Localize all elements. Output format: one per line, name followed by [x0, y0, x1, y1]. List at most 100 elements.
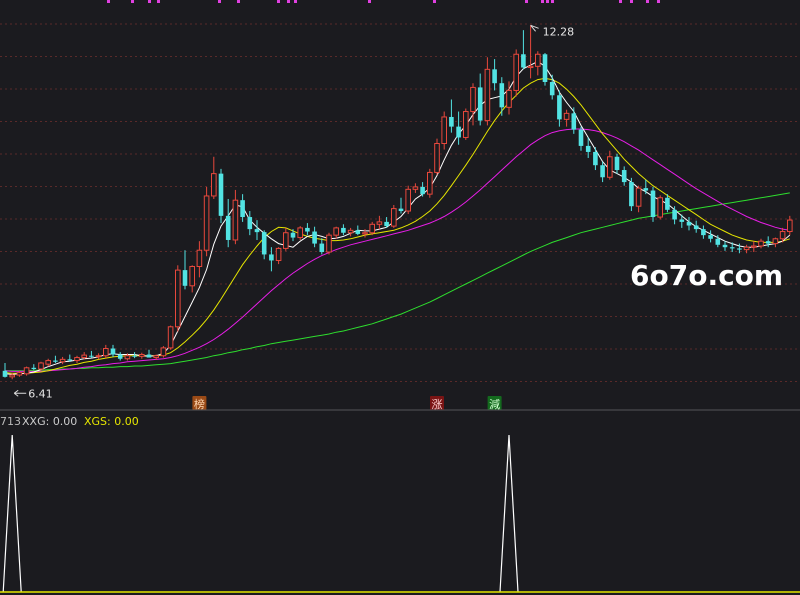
candle — [319, 238, 325, 255]
candle — [269, 247, 274, 272]
candle-body-up — [333, 227, 339, 236]
indicator-name: 713 — [0, 415, 21, 428]
toolbar-dot — [525, 0, 528, 3]
stock-chart: 12.28 6.41 榜 涨 減 6o7o.com 713 XXG: 0.00 XG… — [0, 0, 800, 593]
candle-body-down — [585, 145, 591, 152]
candle-body-up — [743, 246, 750, 251]
candle-body-down — [614, 156, 620, 171]
candle-body-down — [629, 182, 634, 207]
candle-body-down — [593, 151, 598, 166]
candle — [175, 265, 181, 332]
candle — [305, 223, 310, 236]
candle-body-down — [305, 227, 310, 232]
candle — [614, 153, 620, 174]
candle — [441, 111, 447, 150]
high-arrow-icon — [530, 24, 539, 32]
candle-body-down — [477, 87, 483, 121]
candle-body-down — [89, 355, 94, 357]
toolbar-dot — [546, 0, 549, 3]
candle — [449, 99, 454, 133]
candle — [527, 25, 534, 79]
candle — [326, 232, 332, 255]
candle — [218, 168, 224, 224]
candle — [513, 49, 520, 97]
candle-body-down — [456, 126, 461, 138]
candle — [542, 53, 548, 86]
candle-body-down — [665, 197, 670, 210]
toolbar-dot — [277, 0, 280, 3]
candle — [297, 226, 303, 240]
candle — [38, 361, 44, 371]
candle-body-up — [441, 116, 447, 144]
candle-body-up — [506, 89, 512, 108]
candle — [621, 166, 627, 186]
candle — [23, 366, 30, 376]
xgs-name: XGS — [84, 415, 107, 428]
candle-body-up — [160, 347, 167, 357]
candle-body-up — [362, 232, 368, 235]
candle — [427, 168, 433, 198]
candle — [376, 215, 383, 230]
candle — [254, 220, 260, 240]
candle-body-up — [527, 65, 534, 69]
candle-body-down — [650, 190, 656, 218]
candle — [240, 194, 245, 222]
candle-body-up — [463, 111, 469, 138]
candle — [189, 265, 195, 293]
candle-body-down — [729, 247, 735, 249]
candle-body-down — [132, 355, 137, 357]
candle-body-down — [643, 188, 649, 191]
candle-body-down — [384, 221, 389, 227]
candle — [225, 198, 231, 248]
candle-body-down — [549, 82, 555, 96]
candle-body-up — [376, 221, 383, 225]
candle-body-down — [765, 241, 771, 244]
toolbar-dot — [646, 0, 649, 3]
candle — [578, 126, 584, 151]
signal-badge: 榜 — [192, 396, 207, 411]
toolbar-dots — [107, 0, 660, 3]
indicator-legend-xxg: XXG: 0.00 — [22, 415, 77, 428]
candle — [708, 230, 713, 243]
candle-body-down — [679, 219, 685, 222]
candle-body-down — [67, 359, 73, 361]
toolbar-dot — [541, 0, 544, 3]
candle-body-up — [175, 269, 181, 328]
candle-body-down — [110, 348, 116, 355]
candle-body-down — [449, 116, 454, 127]
candle-body-down — [542, 54, 548, 82]
signal-badge: 減 — [487, 396, 502, 411]
candle-body-down — [146, 354, 152, 358]
candle — [434, 138, 440, 175]
candle — [196, 241, 203, 278]
candle-body-down — [225, 215, 231, 240]
candle-body-down — [269, 254, 274, 261]
candle-body-down — [672, 209, 677, 220]
candle — [751, 241, 757, 253]
signal-spikes — [2, 434, 519, 593]
candle — [549, 74, 555, 100]
candle-body-down — [701, 229, 706, 236]
candle-body-up — [751, 245, 757, 248]
xxg-separator: : — [46, 415, 53, 428]
candle-body-up — [326, 234, 332, 253]
candle-body-down — [737, 248, 742, 250]
candle — [45, 358, 52, 367]
xgs-separator: : — [107, 415, 114, 428]
candle — [463, 108, 469, 140]
candle-body-up — [167, 326, 174, 349]
candle-body-up — [124, 355, 131, 360]
candle-body-down — [499, 83, 505, 108]
candle-body-down — [621, 170, 627, 183]
candle-body-down — [319, 243, 325, 253]
candle — [765, 236, 771, 248]
price-gridlines — [0, 23, 800, 382]
low-price-label: 6.41 — [28, 387, 53, 400]
ma5-line — [4, 60, 791, 375]
candle — [650, 186, 656, 222]
candle — [593, 147, 598, 171]
toolbar-dot — [551, 0, 554, 3]
candle — [571, 107, 577, 134]
badge-text: 榜 — [194, 397, 205, 411]
candle — [758, 238, 764, 249]
